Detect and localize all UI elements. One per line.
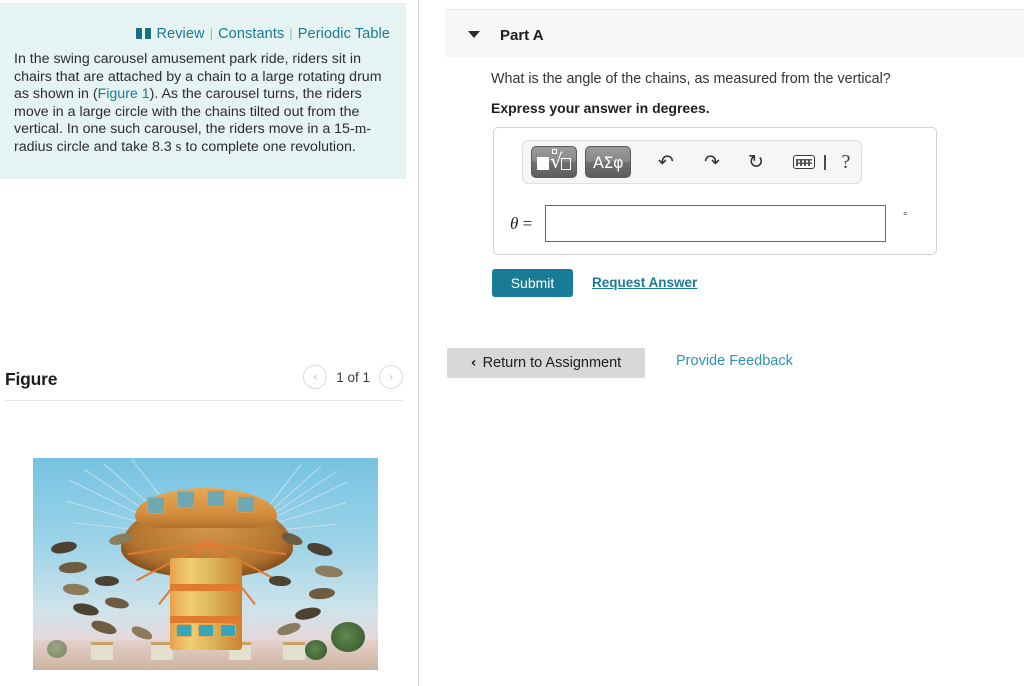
answer-input[interactable]	[545, 205, 886, 242]
carousel-drum	[170, 558, 242, 650]
review-link[interactable]: Review	[156, 26, 204, 42]
submit-button[interactable]: Submit	[492, 269, 573, 297]
keyboard-icon[interactable]	[793, 155, 815, 169]
radius-value: 15-	[334, 121, 355, 137]
figure-count-label: 1 of 1	[336, 369, 370, 385]
figure-divider	[5, 400, 403, 401]
figure-image[interactable]	[33, 458, 378, 670]
problem-text-part4: to complete one revolution.	[181, 138, 356, 155]
reset-icon[interactable]: ↻	[741, 147, 771, 177]
fair-booth	[283, 642, 305, 660]
figure-prev-button[interactable]: ‹	[303, 365, 328, 389]
math-template-button[interactable]: √	[531, 146, 577, 178]
nth-root-icon: √	[537, 149, 571, 172]
figure-next-button[interactable]: ›	[379, 365, 403, 389]
page-root: Review | Constants | Periodic Table In the s…	[0, 0, 1024, 686]
theta-symbol: θ	[510, 214, 519, 233]
request-answer-link[interactable]: Request Answer	[592, 275, 697, 290]
tree	[331, 622, 365, 652]
part-a-header[interactable]: Part A	[445, 9, 1024, 57]
return-button-label: Return to Assignment	[482, 355, 622, 371]
constants-link[interactable]: Constants	[218, 26, 284, 42]
answer-entry-box: √ ΑΣφ ↶ ↷ ↻ ? θ = °	[493, 127, 937, 255]
undo-icon[interactable]: ↶	[651, 147, 681, 177]
redo-icon[interactable]: ↷	[697, 147, 727, 177]
left-column: Review | Constants | Periodic Table In the s…	[0, 0, 406, 686]
question-text: What is the angle of the chains, as meas…	[491, 71, 891, 87]
chevron-down-icon[interactable]	[468, 31, 480, 38]
tree	[47, 640, 67, 658]
resource-links-bar: Review | Constants | Periodic Table	[136, 26, 390, 42]
greek-symbols-button[interactable]: ΑΣφ	[585, 146, 631, 178]
link-separator-2: |	[289, 26, 293, 41]
help-icon[interactable]: ?	[842, 151, 851, 174]
chevron-left-icon: ‹	[470, 355, 477, 371]
right-column: Part A What is the angle of the chains, …	[419, 0, 1024, 686]
figure-header: Figure ‹ 1 of 1 ›	[5, 363, 403, 401]
part-title: Part A	[500, 27, 544, 44]
carousel-canopy-top	[135, 488, 277, 528]
text-cursor-icon	[824, 154, 826, 170]
periodic-table-link[interactable]: Periodic Table	[298, 26, 390, 42]
figure-1-link[interactable]: Figure 1	[98, 86, 150, 102]
theta-label: θ =	[510, 214, 532, 234]
equals-sign: =	[522, 214, 533, 233]
figure-pager: ‹ 1 of 1 ›	[303, 365, 403, 389]
return-to-assignment-button[interactable]: ‹ Return to Assignment	[447, 348, 645, 378]
radius-unit: m	[354, 121, 367, 137]
link-separator-1: |	[209, 26, 214, 41]
answer-instruction: Express your answer in degrees.	[491, 100, 710, 116]
degree-unit-label: °	[903, 211, 908, 223]
figure-title: Figure	[5, 369, 58, 389]
tree	[305, 640, 327, 660]
provide-feedback-link[interactable]: Provide Feedback	[676, 353, 793, 369]
problem-statement-panel: Review | Constants | Periodic Table In the s…	[0, 3, 406, 179]
problem-text: In the swing carousel amusement park rid…	[14, 51, 392, 156]
math-toolbar: √ ΑΣφ ↶ ↷ ↻ ?	[522, 140, 862, 184]
fair-booth	[91, 642, 113, 660]
book-icon	[136, 28, 152, 39]
carousel-photo	[33, 458, 378, 670]
